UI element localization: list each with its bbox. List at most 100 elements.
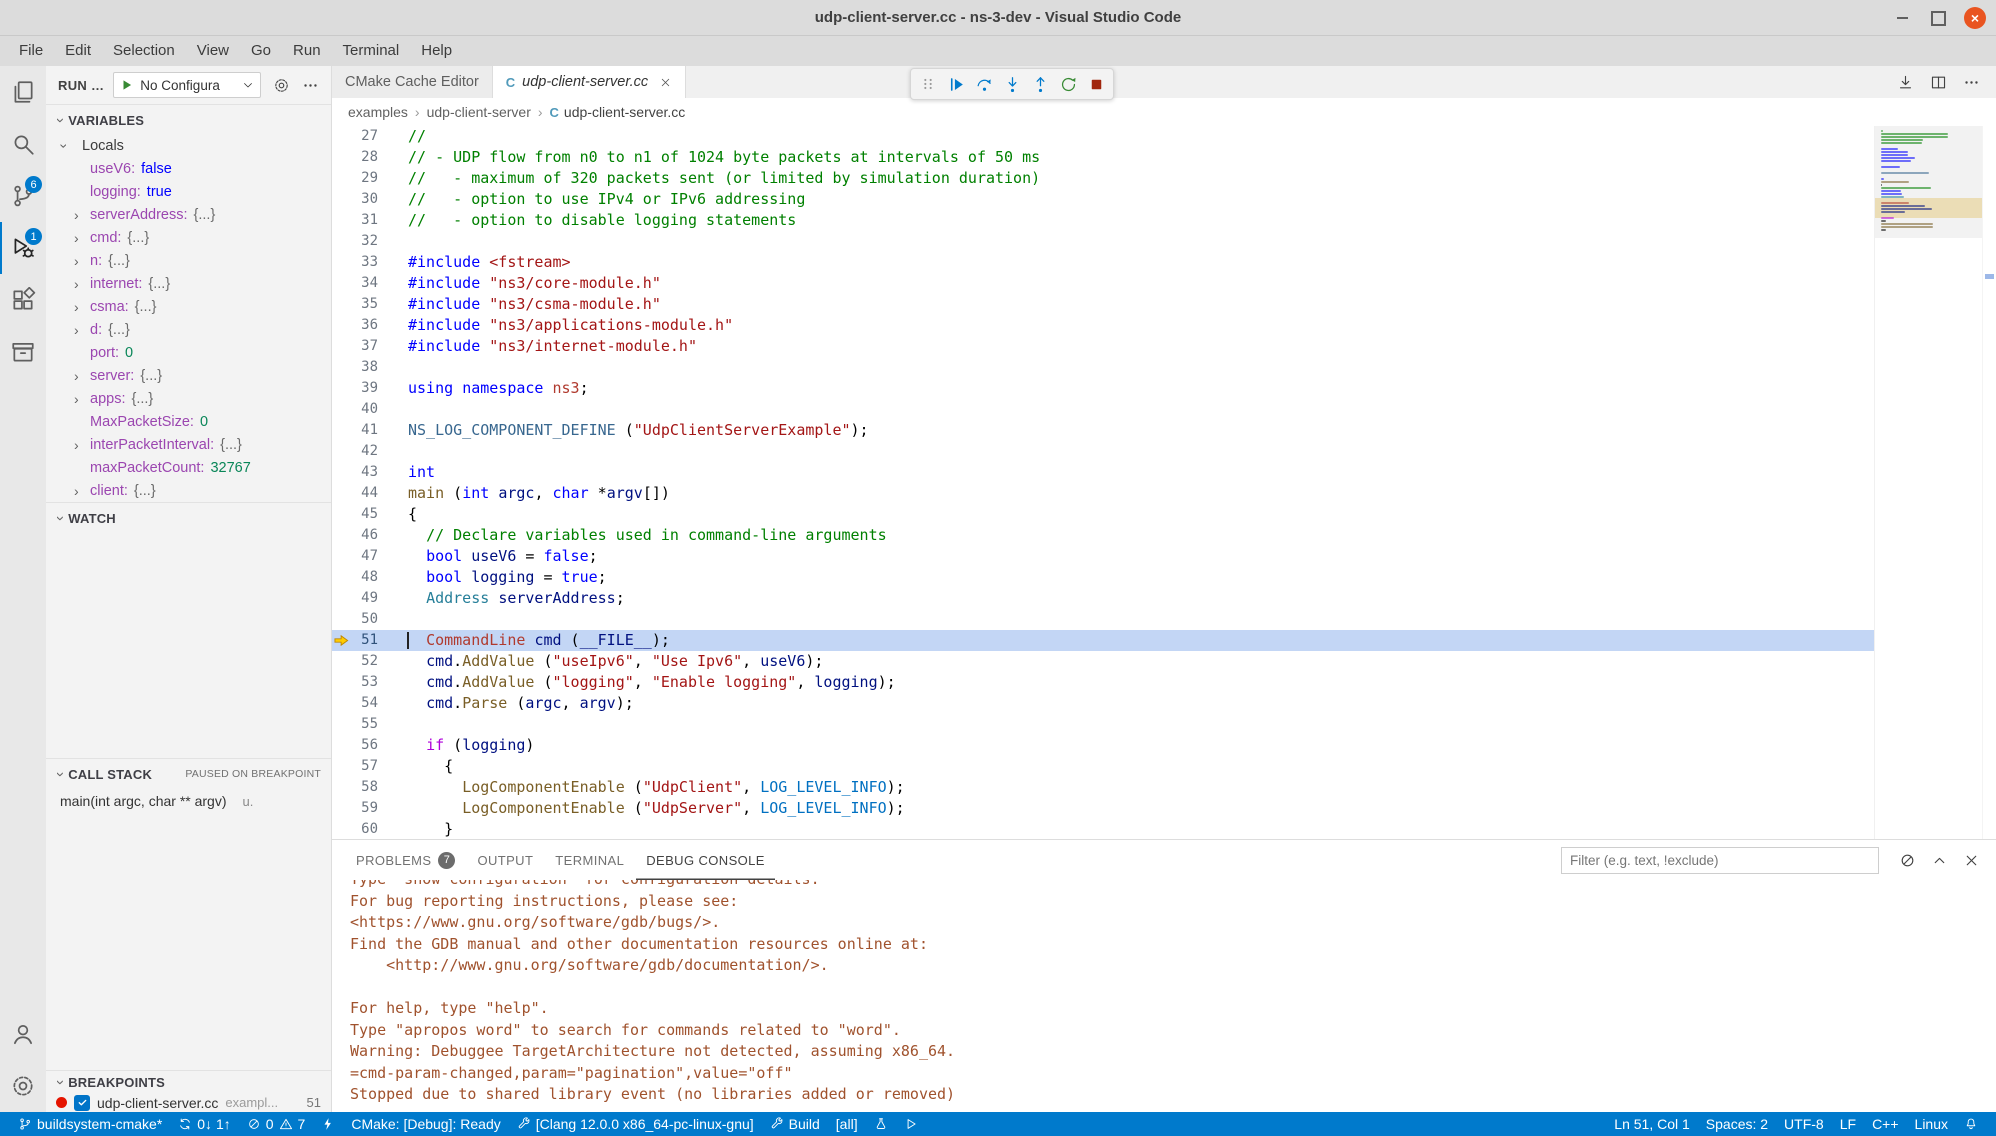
code-text[interactable]: cmd.AddValue ("useIpv6", "Use Ipv6", use… — [378, 651, 823, 672]
close-panel-icon[interactable] — [1963, 852, 1980, 869]
console-filter-input[interactable] — [1561, 847, 1879, 874]
code-text[interactable]: bool useV6 = false; — [378, 546, 598, 567]
code-text[interactable]: main (int argc, char *argv[]) — [378, 483, 670, 504]
variable-row[interactable]: useV6:false — [46, 157, 331, 180]
code-line[interactable]: 55 — [332, 714, 1874, 735]
code-text[interactable] — [378, 357, 408, 378]
code-text[interactable]: // - UDP flow from n0 to n1 of 1024 byte… — [378, 147, 1040, 168]
code-text[interactable] — [378, 609, 408, 630]
minimap[interactable] — [1874, 126, 1982, 839]
code-line[interactable]: 31// - option to disable logging stateme… — [332, 210, 1874, 231]
menu-terminal[interactable]: Terminal — [332, 36, 411, 66]
close-button[interactable]: × — [1964, 7, 1986, 29]
code-line[interactable]: 57 { — [332, 756, 1874, 777]
breakpoint-checkbox[interactable] — [74, 1095, 90, 1111]
breakpoints-header[interactable]: › BREAKPOINTS — [46, 1071, 331, 1093]
glyph-margin[interactable] — [332, 147, 350, 168]
glyph-margin[interactable] — [332, 777, 350, 798]
code-line[interactable]: 60 } — [332, 819, 1874, 839]
step-into-button[interactable] — [999, 71, 1025, 97]
variable-row[interactable]: ›d:{...} — [46, 318, 331, 341]
call-stack-header[interactable]: › CALL STACK PAUSED ON BREAKPOINT — [46, 759, 331, 789]
code-line[interactable]: 41NS_LOG_COMPONENT_DEFINE ("UdpClientSer… — [332, 420, 1874, 441]
code-text[interactable]: #include "ns3/internet-module.h" — [378, 336, 697, 357]
code-text[interactable]: // Declare variables used in command-lin… — [378, 525, 887, 546]
glyph-margin[interactable] — [332, 693, 350, 714]
code-text[interactable] — [378, 441, 408, 462]
code-line[interactable]: 35#include "ns3/csma-module.h" — [332, 294, 1874, 315]
cmake-quick-action[interactable] — [313, 1112, 343, 1136]
glyph-margin[interactable] — [332, 168, 350, 189]
code-text[interactable]: // - option to use IPv4 or IPv6 addressi… — [378, 189, 805, 210]
activity-extensions[interactable] — [0, 274, 46, 326]
cmake-launch-button[interactable] — [896, 1112, 926, 1136]
sync-indicator[interactable]: 0↓ 1↑ — [170, 1112, 238, 1136]
breadcrumb-folder[interactable]: udp-client-server — [427, 104, 531, 120]
activity-search[interactable] — [0, 118, 46, 170]
code-line[interactable]: 53 cmd.AddValue ("logging", "Enable logg… — [332, 672, 1874, 693]
expand-chevron-icon[interactable]: › — [74, 230, 79, 246]
glyph-margin[interactable] — [332, 273, 350, 294]
glyph-margin[interactable] — [332, 588, 350, 609]
menu-selection[interactable]: Selection — [102, 36, 186, 66]
glyph-margin[interactable] — [332, 189, 350, 210]
glyph-margin[interactable] — [332, 294, 350, 315]
code-line[interactable]: 52 cmd.AddValue ("useIpv6", "Use Ipv6", … — [332, 651, 1874, 672]
variable-row[interactable]: logging:true — [46, 180, 331, 203]
code-text[interactable]: cmd.Parse (argc, argv); — [378, 693, 634, 714]
activity-source-control[interactable]: 6 — [0, 170, 46, 222]
glyph-margin[interactable] — [332, 441, 350, 462]
code-text[interactable]: // - maximum of 320 packets sent (or lim… — [378, 168, 1040, 189]
glyph-margin[interactable] — [332, 504, 350, 525]
watch-header[interactable]: › WATCH — [46, 503, 331, 533]
os-indicator[interactable]: Linux — [1907, 1112, 1956, 1136]
glyph-margin[interactable] — [332, 357, 350, 378]
more-actions-icon[interactable] — [302, 77, 319, 94]
code-text[interactable] — [378, 714, 408, 735]
scrollbar[interactable] — [1982, 126, 1996, 839]
code-line[interactable]: 36#include "ns3/applications-module.h" — [332, 315, 1874, 336]
code-text[interactable]: { — [378, 504, 417, 525]
variable-row[interactable]: ›cmd:{...} — [46, 226, 331, 249]
code-line[interactable]: 28// - UDP flow from n0 to n1 of 1024 by… — [332, 147, 1874, 168]
step-over-button[interactable] — [971, 71, 997, 97]
menu-file[interactable]: File — [8, 36, 54, 66]
activity-settings[interactable] — [0, 1060, 46, 1112]
step-out-button[interactable] — [1027, 71, 1053, 97]
code-line[interactable]: 51 CommandLine cmd (__FILE__); — [332, 630, 1874, 651]
expand-chevron-icon[interactable]: › — [74, 437, 79, 453]
code-line[interactable]: 47 bool useV6 = false; — [332, 546, 1874, 567]
eol-indicator[interactable]: LF — [1832, 1112, 1864, 1136]
glyph-margin[interactable] — [332, 210, 350, 231]
drag-handle-icon[interactable] — [915, 71, 941, 97]
code-text[interactable]: #include "ns3/applications-module.h" — [378, 315, 733, 336]
glyph-margin[interactable] — [332, 567, 350, 588]
expand-chevron-icon[interactable]: › — [74, 299, 79, 315]
problems-indicator[interactable]: 0 7 — [239, 1112, 314, 1136]
code-text[interactable]: Address serverAddress; — [378, 588, 625, 609]
expand-chevron-icon[interactable]: › — [74, 253, 79, 269]
code-line[interactable]: 43int — [332, 462, 1874, 483]
more-actions-icon[interactable] — [1963, 74, 1980, 91]
variable-row[interactable]: ›client:{...} — [46, 479, 331, 502]
code-line[interactable]: 34#include "ns3/core-module.h" — [332, 273, 1874, 294]
code-line[interactable]: 49 Address serverAddress; — [332, 588, 1874, 609]
glyph-margin[interactable] — [332, 378, 350, 399]
breakpoint-row[interactable]: udp-client-server.cc exampl... 51 — [46, 1093, 331, 1112]
activity-explorer[interactable] — [0, 66, 46, 118]
console-prompt[interactable] — [334, 1108, 1996, 1113]
glyph-margin[interactable] — [332, 315, 350, 336]
activity-run-debug[interactable]: 1 — [0, 222, 46, 274]
variable-row[interactable]: ›apps:{...} — [46, 387, 331, 410]
menu-view[interactable]: View — [186, 36, 240, 66]
code-line[interactable]: 29// - maximum of 320 packets sent (or l… — [332, 168, 1874, 189]
continue-button[interactable] — [943, 71, 969, 97]
tab-terminal[interactable]: TERMINAL — [545, 840, 634, 880]
code-text[interactable]: using namespace ns3; — [378, 378, 589, 399]
breadcrumb-folder[interactable]: examples — [348, 104, 408, 120]
code-text[interactable]: #include "ns3/csma-module.h" — [378, 294, 661, 315]
glyph-margin[interactable] — [332, 126, 350, 147]
code-text[interactable]: CommandLine cmd (__FILE__); — [378, 630, 670, 651]
glyph-margin[interactable] — [332, 735, 350, 756]
download-arrow-icon[interactable] — [1897, 74, 1914, 91]
